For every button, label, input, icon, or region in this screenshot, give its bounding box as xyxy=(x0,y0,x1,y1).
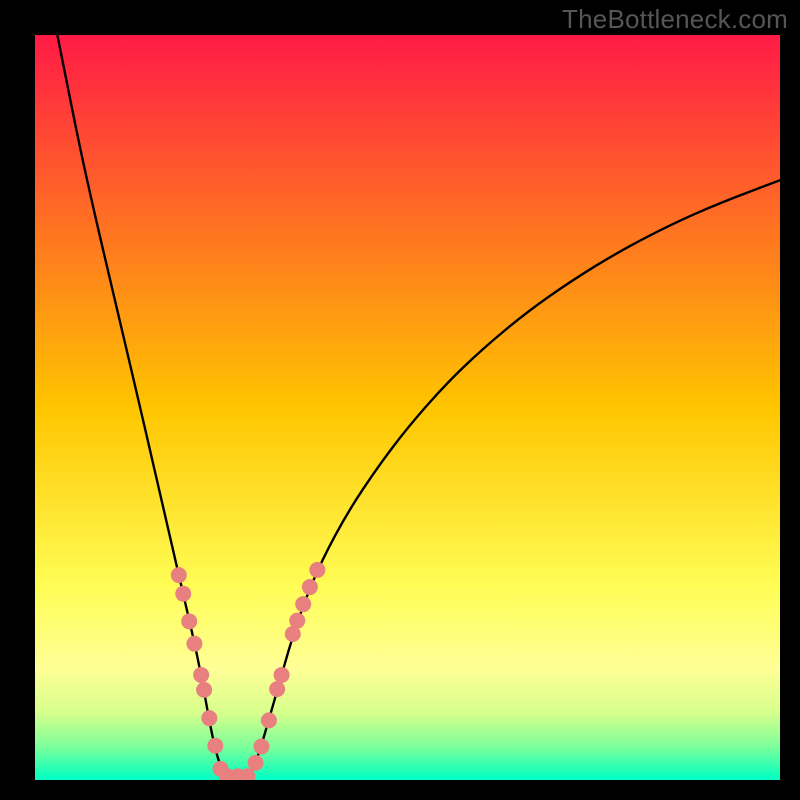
marker-point xyxy=(181,613,197,629)
marker-point xyxy=(302,579,318,595)
marker-point xyxy=(186,636,202,652)
marker-point xyxy=(207,738,223,754)
marker-point xyxy=(175,586,191,602)
chart-container: TheBottleneck.com xyxy=(0,0,800,800)
marker-point xyxy=(196,682,212,698)
marker-point xyxy=(269,681,285,697)
marker-point xyxy=(248,755,264,771)
marker-point xyxy=(261,712,277,728)
watermark-text: TheBottleneck.com xyxy=(562,4,788,35)
marker-point xyxy=(201,710,217,726)
gradient-background xyxy=(35,35,780,780)
marker-point xyxy=(309,562,325,578)
marker-point xyxy=(171,567,187,583)
marker-point xyxy=(193,667,209,683)
marker-point xyxy=(253,738,269,754)
marker-point xyxy=(295,596,311,612)
marker-point xyxy=(274,667,290,683)
bottleneck-chart xyxy=(35,35,780,780)
marker-point xyxy=(289,613,305,629)
